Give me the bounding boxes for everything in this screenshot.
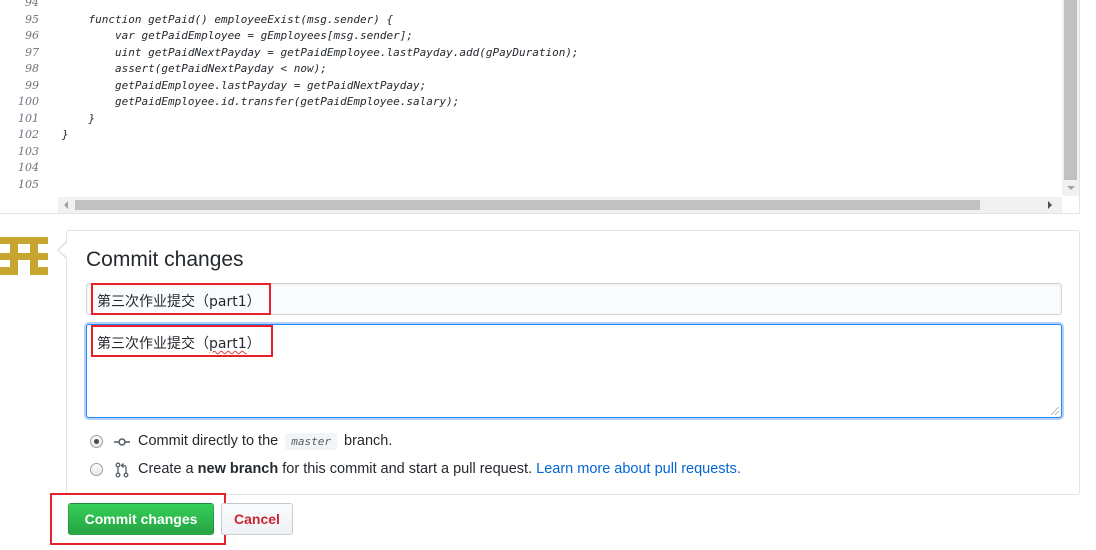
commit-heading: Commit changes <box>86 248 244 271</box>
new-branch-mid: for this commit and start a pull request… <box>282 461 533 477</box>
code-line[interactable]: } <box>62 111 95 128</box>
code-line[interactable]: getPaidEmployee.lastPayday = getPaidNext… <box>62 78 426 95</box>
code-line[interactable]: assert(getPaidNextPayday < now); <box>62 61 327 78</box>
line-number: 100 <box>18 95 39 108</box>
new-branch-prefix: Create a <box>138 461 194 477</box>
horizontal-scrollbar[interactable] <box>58 197 1062 213</box>
git-commit-icon <box>114 438 130 446</box>
line-number: 105 <box>18 177 39 191</box>
line-number: 102 <box>18 128 39 141</box>
new-branch-bold: new branch <box>197 461 279 477</box>
commit-direct-label: Commit directly to the master branch. <box>138 433 393 450</box>
commit-description-value: 第三次作业提交（part1） <box>97 333 261 353</box>
commit-summary-input[interactable]: 第三次作业提交（part1） <box>86 283 1062 315</box>
new-branch-radio[interactable] <box>90 463 103 476</box>
code-line[interactable]: function getPaid() employeeExist(msg.sen… <box>62 12 393 29</box>
line-number: 97 <box>25 45 39 59</box>
commit-summary-value: 第三次作业提交（part1） <box>97 294 261 310</box>
line-number: 94 <box>25 0 39 9</box>
line-number: 95 <box>25 12 39 26</box>
description-word: part1 <box>209 336 247 352</box>
identicon-icon <box>0 229 48 275</box>
code-line[interactable]: var getPaidEmployee = gEmployees[msg.sen… <box>62 28 413 45</box>
commit-changes-button[interactable]: Commit changes <box>68 503 214 535</box>
line-number: 96 <box>25 29 39 42</box>
new-branch-label: Create a new branch for this commit and … <box>138 461 741 477</box>
scroll-left-arrow-icon[interactable] <box>64 201 68 209</box>
code-line[interactable]: } <box>62 127 69 144</box>
commit-description-textarea[interactable]: 第三次作业提交（part1） <box>86 324 1062 418</box>
code-line[interactable]: getPaidEmployee.id.transfer(getPaidEmplo… <box>62 94 459 111</box>
vertical-scroll-thumb[interactable] <box>1064 0 1077 180</box>
description-prefix: 第三次作业提交（ <box>97 336 209 352</box>
commit-direct-text: Commit directly to the <box>138 433 279 449</box>
code-area[interactable]: function getPaid() employeeExist(msg.sen… <box>62 0 1052 196</box>
line-number: 99 <box>25 78 39 92</box>
git-pull-request-icon <box>115 462 129 478</box>
scroll-right-arrow-icon[interactable] <box>1048 201 1052 209</box>
branch-name: master <box>285 433 337 450</box>
learn-more-link[interactable]: Learn more about pull requests. <box>536 461 741 477</box>
line-number: 98 <box>25 62 39 75</box>
code-editor[interactable]: 94 95 96 97 98 99 100 101 102 103 104 10… <box>0 0 1080 214</box>
description-suffix: ） <box>246 336 261 352</box>
commit-direct-text-after: branch. <box>344 433 393 449</box>
line-number: 103 <box>18 144 39 158</box>
code-line[interactable]: uint getPaidNextPayday = getPaidEmployee… <box>62 45 579 62</box>
horizontal-scroll-thumb[interactable] <box>75 200 980 210</box>
speech-caret-fill <box>59 243 67 257</box>
cancel-button[interactable]: Cancel <box>221 503 293 535</box>
vertical-scrollbar[interactable] <box>1062 0 1079 196</box>
commit-direct-radio[interactable] <box>90 435 103 448</box>
line-number: 104 <box>18 161 39 174</box>
scroll-down-arrow-icon[interactable] <box>1067 186 1075 190</box>
avatar[interactable] <box>0 229 48 275</box>
resize-handle-icon[interactable] <box>1051 407 1059 415</box>
line-number-gutter: 94 95 96 97 98 99 100 101 102 103 104 10… <box>0 0 48 196</box>
line-number: 101 <box>18 111 39 125</box>
